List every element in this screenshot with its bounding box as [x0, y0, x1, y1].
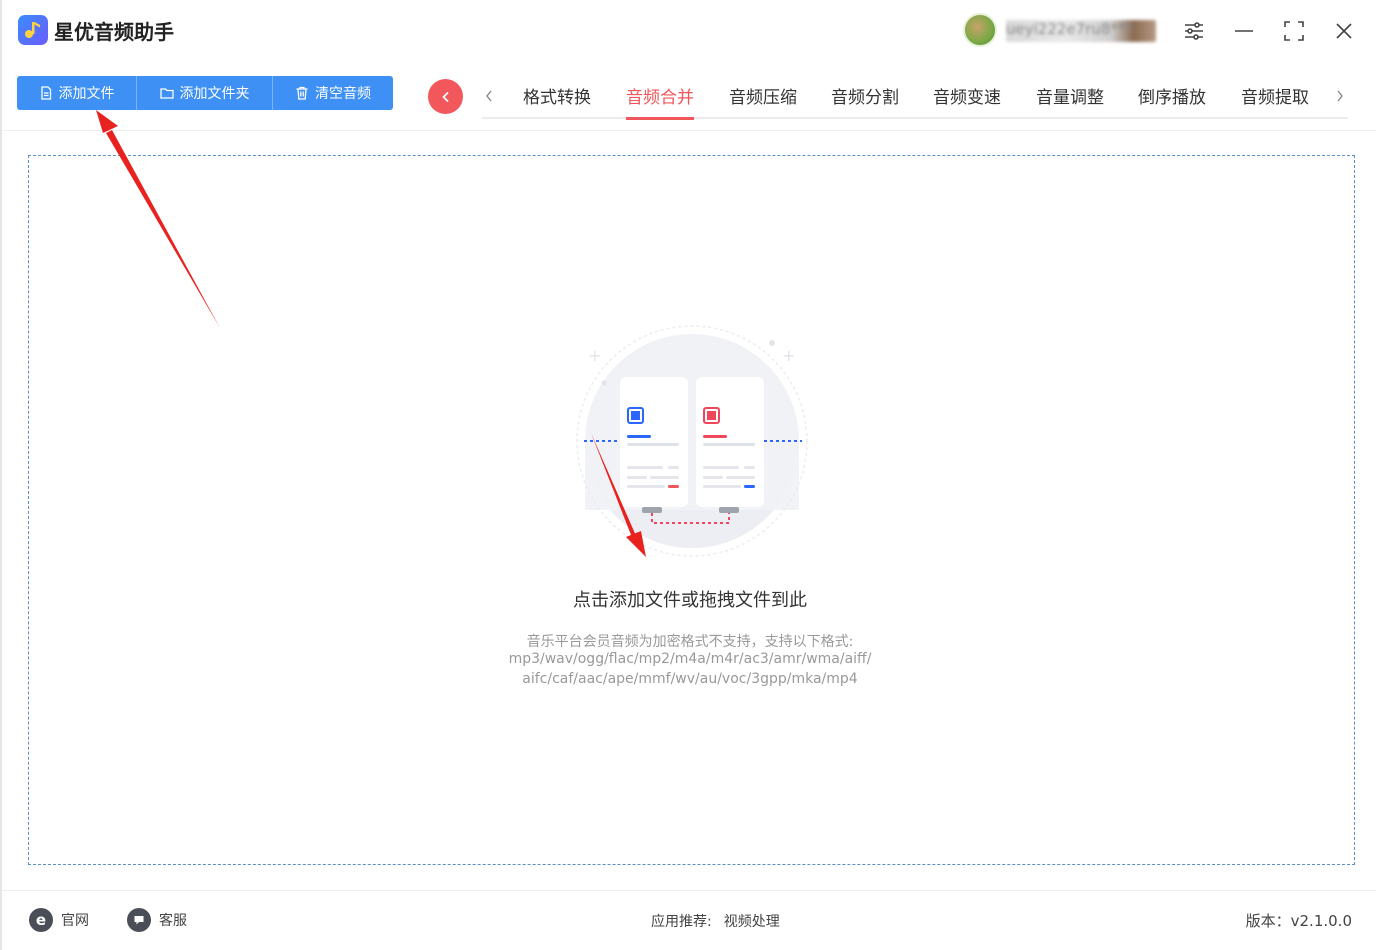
- official-website-link[interactable]: e 官网: [29, 908, 89, 932]
- drop-zone-hint-line1: 音乐平台会员音频为加密格式不支持，支持以下格式:: [526, 634, 854, 650]
- add-folder-button[interactable]: 添加文件夹: [137, 76, 273, 110]
- maximize-icon[interactable]: [1279, 16, 1309, 46]
- close-icon[interactable]: [1329, 16, 1359, 46]
- tab-audio-speed[interactable]: 音频变速: [933, 83, 1001, 119]
- recommend-label: 应用推荐:: [651, 914, 712, 930]
- footer-divider: [2, 890, 1376, 891]
- username-label[interactable]: ueyi222e7ru8***: [1006, 20, 1156, 42]
- add-file-label: 添加文件: [58, 86, 115, 102]
- settings-sliders-icon[interactable]: [1179, 16, 1209, 46]
- browser-e-icon: e: [29, 908, 53, 932]
- app-recommendation: 应用推荐: 视频处理: [651, 911, 780, 931]
- supported-formats-line1: mp3/wav/ogg/flac/mp2/m4a/m4r/ac3/amr/wma…: [508, 651, 872, 667]
- customer-service-link[interactable]: 客服: [127, 908, 187, 932]
- header-divider: [2, 130, 1376, 131]
- title-bar: 星优音频助手 ueyi222e7ru8***: [2, 0, 1376, 62]
- customer-service-label: 客服: [159, 913, 187, 929]
- tab-audio-extract[interactable]: 音频提取: [1241, 83, 1309, 119]
- svg-text:+: +: [588, 346, 601, 365]
- svg-text:+: +: [782, 346, 795, 365]
- app-title: 星优音频助手: [54, 20, 174, 44]
- add-file-button[interactable]: 添加文件: [17, 76, 137, 110]
- folder-icon: [159, 88, 174, 99]
- add-folder-label: 添加文件夹: [179, 86, 250, 102]
- tab-audio-split[interactable]: 音频分割: [831, 83, 899, 119]
- tab-format-convert[interactable]: 格式转换: [523, 83, 591, 119]
- tab-audio-compress[interactable]: 音频压缩: [729, 83, 797, 119]
- file-action-toolbar: 添加文件 添加文件夹 清空音频: [17, 76, 393, 110]
- tab-reverse-play[interactable]: 倒序播放: [1138, 83, 1206, 119]
- supported-formats-line2: aifc/caf/aac/ape/mmf/wv/au/voc/3gpp/mka/…: [522, 671, 858, 687]
- chevron-left-icon: [441, 91, 449, 102]
- app-window: 星优音频助手 ueyi222e7ru8*** 添加文件 添加文件夹 清空音频 格…: [0, 0, 1376, 950]
- clear-audio-button[interactable]: 清空音频: [273, 76, 393, 110]
- app-logo-icon: [18, 15, 48, 45]
- tab-audio-merge[interactable]: 音频合并: [626, 83, 694, 120]
- version-label: 版本：v2.1.0.0: [1245, 912, 1352, 930]
- tabs-baseline: [482, 117, 1348, 119]
- drop-zone-title: 点击添加文件或拖拽文件到此: [573, 590, 807, 611]
- tab-volume-adjust[interactable]: 音量调整: [1036, 83, 1104, 119]
- user-avatar[interactable]: [963, 13, 997, 47]
- collapse-back-button[interactable]: [428, 79, 463, 114]
- official-website-label: 官网: [61, 913, 89, 929]
- tabs-scroll-left-icon[interactable]: [481, 86, 497, 106]
- file-icon: [40, 86, 51, 100]
- merge-files-illustration: + +: [576, 325, 808, 557]
- tabs-scroll-right-icon[interactable]: [1332, 86, 1348, 106]
- video-processing-link[interactable]: 视频处理: [724, 911, 780, 931]
- trash-icon: [296, 86, 308, 100]
- chat-bubble-icon: [127, 908, 151, 932]
- clear-audio-label: 清空音频: [315, 86, 371, 102]
- minimize-icon[interactable]: [1229, 16, 1259, 46]
